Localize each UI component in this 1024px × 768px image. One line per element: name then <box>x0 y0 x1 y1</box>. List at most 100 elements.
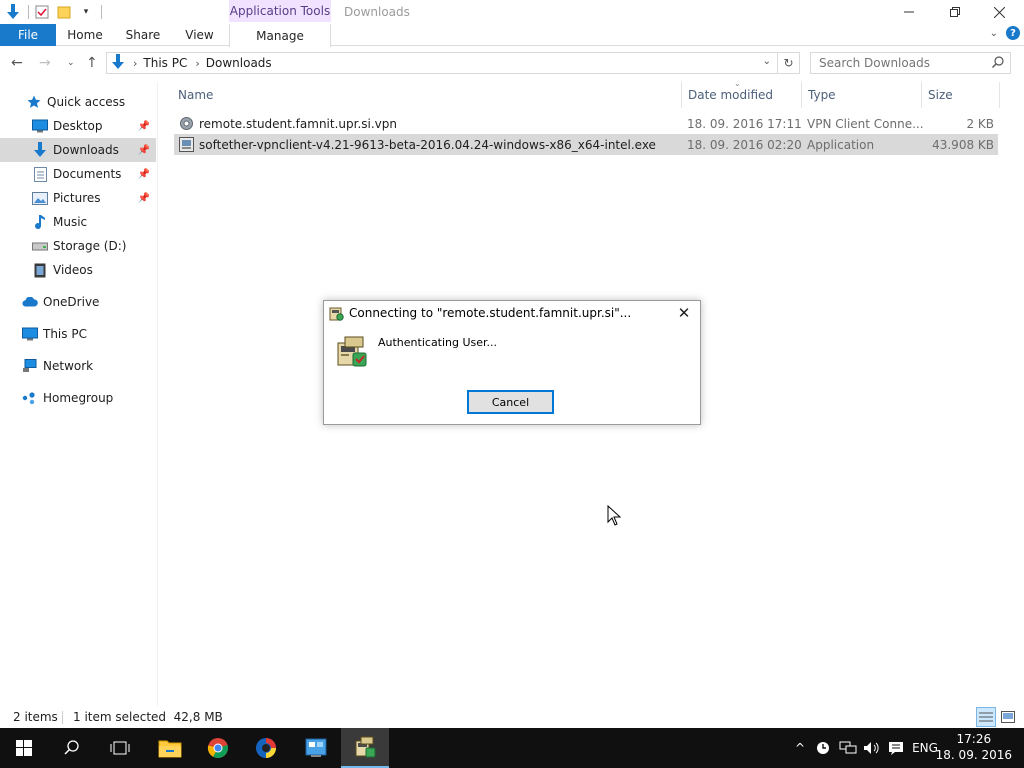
file-name: remote.student.famnit.upr.si.vpn <box>199 116 397 131</box>
column-header-size[interactable]: Size <box>922 82 1000 108</box>
chrome-icon <box>207 738 228 759</box>
show-hidden-icons-icon[interactable]: ^ <box>790 728 810 768</box>
tab-view[interactable]: View <box>172 24 227 46</box>
computer-icon <box>22 326 38 342</box>
clock-time: 17:26 <box>956 732 992 746</box>
new-folder-icon[interactable] <box>55 3 73 21</box>
sidebar-item-label: Pictures <box>53 191 101 205</box>
sidebar-item-downloads[interactable]: Downloads 📌 <box>0 138 156 162</box>
large-icons-view-icon[interactable] <box>998 707 1018 727</box>
tab-share[interactable]: Share <box>114 24 172 46</box>
vpn-client-taskbar-button[interactable] <box>341 728 389 768</box>
recent-locations-icon[interactable]: ⌄ <box>67 58 75 68</box>
column-header-date[interactable]: Date modified ⌄ <box>682 79 802 108</box>
sidebar-item-network[interactable]: Network <box>0 354 156 378</box>
up-arrow-icon[interactable]: ↑ <box>86 55 98 71</box>
file-name: softether-vpnclient-v4.21-9613-beta-2016… <box>199 137 656 152</box>
quick-access-toolbar: ▾ <box>0 0 102 24</box>
dialog-body: Authenticating User... Cancel <box>324 325 700 424</box>
sidebar-item-label: Quick access <box>47 95 126 109</box>
ribbon-tabs: File Home Share View Manage <box>0 24 1024 47</box>
pin-icon[interactable]: 📌 <box>138 193 150 204</box>
file-size: 43.908 KB <box>932 137 994 152</box>
sidebar-item-documents[interactable]: Documents 📌 <box>0 162 156 186</box>
details-view-icon[interactable] <box>976 707 996 727</box>
close-button[interactable] <box>976 0 1022 24</box>
sidebar-item-storage[interactable]: Storage (D:) <box>0 234 156 258</box>
videos-icon <box>32 262 48 278</box>
file-name-cell: softether-vpnclient-v4.21-9613-beta-2016… <box>178 134 656 155</box>
minimize-button[interactable] <box>886 0 932 24</box>
properties-icon[interactable] <box>33 3 51 21</box>
sort-indicator-icon: ⌄ <box>734 79 741 88</box>
tab-manage[interactable]: Manage <box>229 24 331 47</box>
download-arrow-icon <box>111 53 125 73</box>
tab-home[interactable]: Home <box>56 24 114 46</box>
sidebar-item-videos[interactable]: Videos <box>0 258 156 282</box>
expand-ribbon-icon[interactable]: ⌄ <box>990 28 998 39</box>
cancel-button[interactable]: Cancel <box>467 390 554 414</box>
sidebar-item-onedrive[interactable]: OneDrive <box>0 290 156 314</box>
file-type: Application <box>807 137 875 152</box>
network-tray-icon[interactable] <box>836 728 860 768</box>
pictures-icon <box>32 190 48 206</box>
start-button[interactable] <box>0 728 48 768</box>
chevron-right-icon: › <box>133 56 138 70</box>
sidebar-item-desktop[interactable]: Desktop 📌 <box>0 114 156 138</box>
breadcrumb-this-pc[interactable]: This PC <box>143 56 187 70</box>
customize-qat-icon[interactable]: ▾ <box>77 3 95 21</box>
sidebar-item-music[interactable]: Music <box>0 210 156 234</box>
file-row[interactable]: remote.student.famnit.upr.si.vpn 18. 09.… <box>174 113 998 134</box>
system-clock[interactable]: 17:26 18. 09. 2016 <box>936 731 1012 763</box>
sidebar-item-pictures[interactable]: Pictures 📌 <box>0 186 156 210</box>
cloud-icon <box>22 294 38 310</box>
file-explorer-taskbar-button[interactable] <box>146 728 194 768</box>
mouse-cursor-icon <box>607 504 622 529</box>
breadcrumb-downloads[interactable]: Downloads <box>206 56 272 70</box>
tab-file[interactable]: File <box>0 24 56 46</box>
back-arrow-icon[interactable]: ← <box>11 55 23 71</box>
sidebar-item-this-pc[interactable]: This PC <box>0 322 156 346</box>
search-button[interactable] <box>48 728 96 768</box>
action-center-icon[interactable] <box>884 728 908 768</box>
close-icon[interactable]: ✕ <box>672 303 696 323</box>
chrome-taskbar-button[interactable] <box>194 728 242 768</box>
clock-tray-icon[interactable] <box>812 728 834 768</box>
sidebar-item-label: OneDrive <box>43 295 100 309</box>
volume-icon[interactable] <box>860 728 884 768</box>
restore-button[interactable] <box>932 0 978 24</box>
column-header-name[interactable]: Name <box>172 82 682 108</box>
search-icon <box>64 740 79 755</box>
column-header-type[interactable]: Type <box>802 82 922 108</box>
sidebar-item-quick-access[interactable]: Quick access <box>0 90 156 114</box>
file-size: 2 KB <box>966 116 994 131</box>
status-message: Authenticating User... <box>378 336 498 349</box>
chevron-down-icon[interactable]: ⌄ <box>763 56 771 67</box>
vpn-client-icon <box>335 335 369 369</box>
pin-icon[interactable]: 📌 <box>138 169 150 180</box>
refresh-icon[interactable]: ↻ <box>777 53 799 73</box>
control-panel-taskbar-button[interactable] <box>292 728 340 768</box>
pin-icon[interactable]: 📌 <box>138 121 150 132</box>
pin-icon[interactable]: 📌 <box>138 145 150 156</box>
address-row: ← → ⌄ ↑ › This PC › Downloads ⌄ ↻ <box>0 47 1024 80</box>
clock-date: 18. 09. 2016 <box>935 748 1012 762</box>
context-tab-group: Application Tools <box>229 0 331 22</box>
task-view-button[interactable] <box>96 728 144 768</box>
divider <box>62 711 63 724</box>
task-view-icon <box>110 741 130 755</box>
app-taskbar-button[interactable] <box>242 728 290 768</box>
sidebar-item-label: Desktop <box>53 119 103 133</box>
navigation-pane: Quick access Desktop 📌 Downloads 📌 Docum… <box>0 82 158 706</box>
file-row-selected[interactable]: softether-vpnclient-v4.21-9613-beta-2016… <box>174 134 998 155</box>
help-icon[interactable]: ? <box>1006 26 1020 40</box>
sidebar-item-homegroup[interactable]: Homegroup <box>0 386 156 410</box>
folder-icon <box>158 740 182 758</box>
search-icon <box>992 56 1004 72</box>
dialog-title-bar: Connecting to "remote.student.famnit.upr… <box>324 301 700 325</box>
sidebar-item-label: Storage (D:) <box>53 239 127 253</box>
address-bar[interactable]: › This PC › Downloads ⌄ ↻ <box>106 52 800 74</box>
forward-arrow-icon[interactable]: → <box>39 55 51 71</box>
file-date: 18. 09. 2016 02:20 <box>687 137 802 152</box>
search-input[interactable] <box>819 56 989 70</box>
